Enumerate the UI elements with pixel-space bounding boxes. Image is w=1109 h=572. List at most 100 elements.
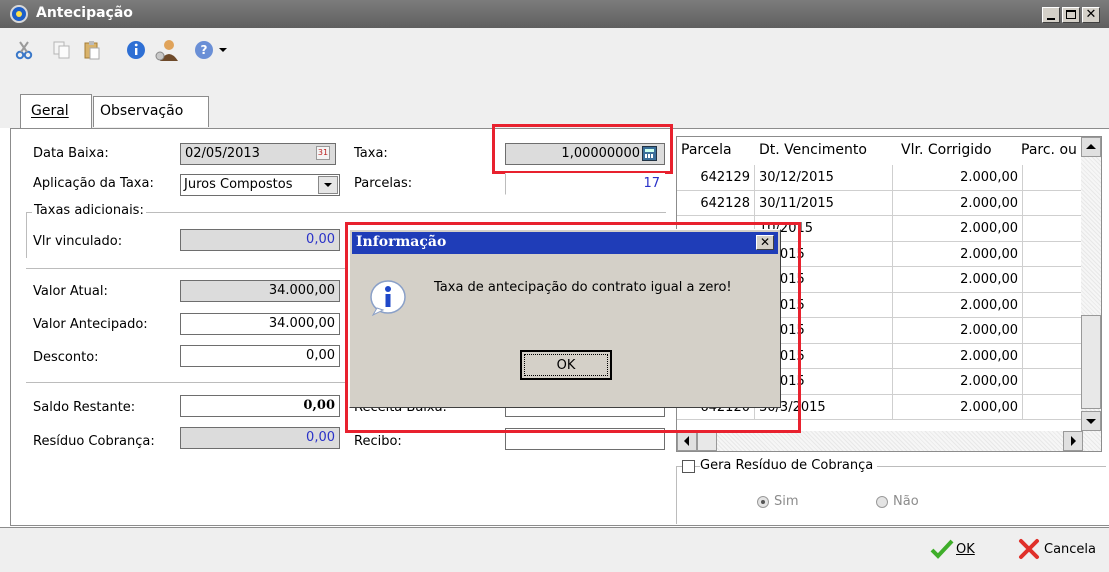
parcelas-field: 17 (505, 173, 665, 195)
taxa-label: Taxa: (354, 146, 388, 161)
table-row[interactable]: 642128 30/11/2015 2.000,00 (677, 190, 1083, 216)
dropdown-arrow-icon (219, 48, 227, 52)
minimize-button[interactable] (1042, 7, 1060, 23)
table-cell (1023, 394, 1083, 420)
cancel-footer-button[interactable]: Cancela (1018, 538, 1109, 564)
nao-label: Não (893, 494, 919, 509)
table-cell: 2.000,00 (893, 343, 1023, 369)
scroll-thumb[interactable] (1081, 315, 1101, 409)
nao-radio (876, 496, 888, 508)
table-cell (1023, 318, 1083, 344)
vlr-vinculado-field: 0,00 (180, 229, 340, 251)
toolbar: ? (0, 28, 1109, 86)
table-row[interactable]: 642129 30/12/2015 2.000,00 (677, 165, 1083, 191)
copy-button[interactable] (50, 38, 74, 62)
scroll-right-icon (1071, 436, 1076, 446)
scroll-left-button[interactable] (677, 431, 697, 451)
saldo-restante-field: 0,00 (180, 395, 340, 417)
grid-vertical-scrollbar[interactable] (1081, 137, 1101, 431)
gera-residuo-checkbox[interactable] (682, 460, 695, 473)
help-icon: ? (195, 41, 213, 59)
residuo-cobranca-label: Resíduo Cobrança: (33, 434, 155, 449)
table-cell: 2.000,00 (893, 369, 1023, 395)
table-cell: 642129 (677, 165, 755, 191)
scroll-up-button[interactable] (1081, 137, 1101, 157)
separator (26, 382, 346, 383)
tab-geral-label: Geral (31, 103, 69, 119)
cut-icon (15, 41, 33, 60)
valor-antecipado-field[interactable]: 34.000,00 (180, 313, 340, 335)
grid-header-parc-ou: Parc. ou (1021, 142, 1077, 158)
svg-text:?: ? (201, 43, 208, 57)
data-baixa-field[interactable]: 02/05/2013 (180, 143, 336, 165)
table-cell: 2.000,00 (893, 190, 1023, 216)
sim-label: Sim (774, 494, 799, 509)
grid-header-parcela: Parcela (681, 142, 732, 158)
cut-button[interactable] (12, 38, 36, 62)
paste-button[interactable] (80, 38, 104, 62)
table-cell: 2.000,00 (893, 165, 1023, 191)
tab-observacao[interactable]: Observação (93, 96, 209, 127)
ok-footer-button[interactable]: OK (930, 538, 990, 564)
desconto-label: Desconto: (33, 350, 99, 365)
table-cell (1023, 369, 1083, 395)
table-cell (1023, 241, 1083, 267)
gera-residuo-group (676, 466, 1106, 524)
tab-observacao-label: Observação (100, 103, 184, 119)
desconto-field[interactable]: 0,00 (180, 345, 340, 367)
aplicacao-label: Aplicação da Taxa: (33, 176, 154, 191)
parcelas-label: Parcelas: (354, 176, 413, 191)
taxa-highlight-frame (492, 124, 673, 174)
window-title-bar: Antecipação ✕ (0, 0, 1109, 28)
valor-atual-field: 34.000,00 (180, 280, 340, 302)
table-cell: 642128 (677, 190, 755, 216)
table-cell (1023, 165, 1083, 191)
valor-atual-label: Valor Atual: (33, 284, 108, 299)
table-cell: 30/11/2015 (755, 190, 893, 216)
user-button[interactable] (152, 36, 182, 64)
app-icon (10, 5, 28, 23)
aplicacao-dropdown-button[interactable] (318, 176, 338, 194)
cancel-footer-label: Cancela (1044, 542, 1097, 557)
info-button[interactable] (124, 38, 148, 62)
scroll-down-button[interactable] (1081, 411, 1101, 431)
separator (26, 268, 346, 269)
calendar-icon[interactable]: 31 (316, 146, 330, 160)
scroll-left-icon (684, 436, 689, 446)
vlr-vinculado-label: Vlr vinculado: (33, 234, 123, 249)
saldo-restante-label: Saldo Restante: (33, 400, 136, 415)
chevron-down-icon (324, 183, 332, 187)
gera-residuo-label: Gera Resíduo de Cobrança (700, 458, 878, 473)
scroll-h-thumb[interactable] (697, 431, 717, 451)
table-cell (1023, 343, 1083, 369)
table-cell: 2.000,00 (893, 241, 1023, 267)
tab-geral[interactable]: Geral (20, 94, 92, 130)
table-cell: 30/12/2015 (755, 165, 893, 191)
taxas-adicionais-label: Taxas adicionais: (32, 203, 146, 218)
table-cell (1023, 292, 1083, 318)
info-icon (127, 41, 145, 59)
close-icon: ✕ (1085, 7, 1097, 22)
checkmark-icon (930, 539, 954, 559)
recibo-label: Recibo: (354, 434, 402, 449)
scroll-down-icon (1086, 419, 1096, 424)
data-baixa-label: Data Baixa: (33, 146, 109, 161)
maximize-button[interactable] (1062, 7, 1080, 23)
table-cell (1023, 190, 1083, 216)
scroll-up-icon (1086, 144, 1096, 149)
grid-horizontal-scrollbar[interactable] (677, 431, 1101, 451)
window-title: Antecipação (36, 5, 133, 21)
help-dropdown-button[interactable] (216, 38, 230, 62)
help-button[interactable]: ? (192, 38, 216, 62)
grid-header: Parcela Dt. Vencimento Vlr. Corrigido Pa… (677, 137, 1081, 165)
close-button[interactable]: ✕ (1082, 7, 1100, 23)
sim-radio (757, 496, 769, 508)
dialog-highlight-frame (345, 222, 801, 433)
table-cell: 2.000,00 (893, 216, 1023, 242)
scroll-right-button[interactable] (1063, 431, 1083, 451)
grid-header-vlr-corrigido: Vlr. Corrigido (901, 142, 992, 158)
table-cell: 2.000,00 (893, 292, 1023, 318)
aplicacao-select[interactable]: Juros Compostos (180, 174, 340, 196)
user-icon (155, 40, 178, 61)
paste-icon (84, 41, 100, 60)
